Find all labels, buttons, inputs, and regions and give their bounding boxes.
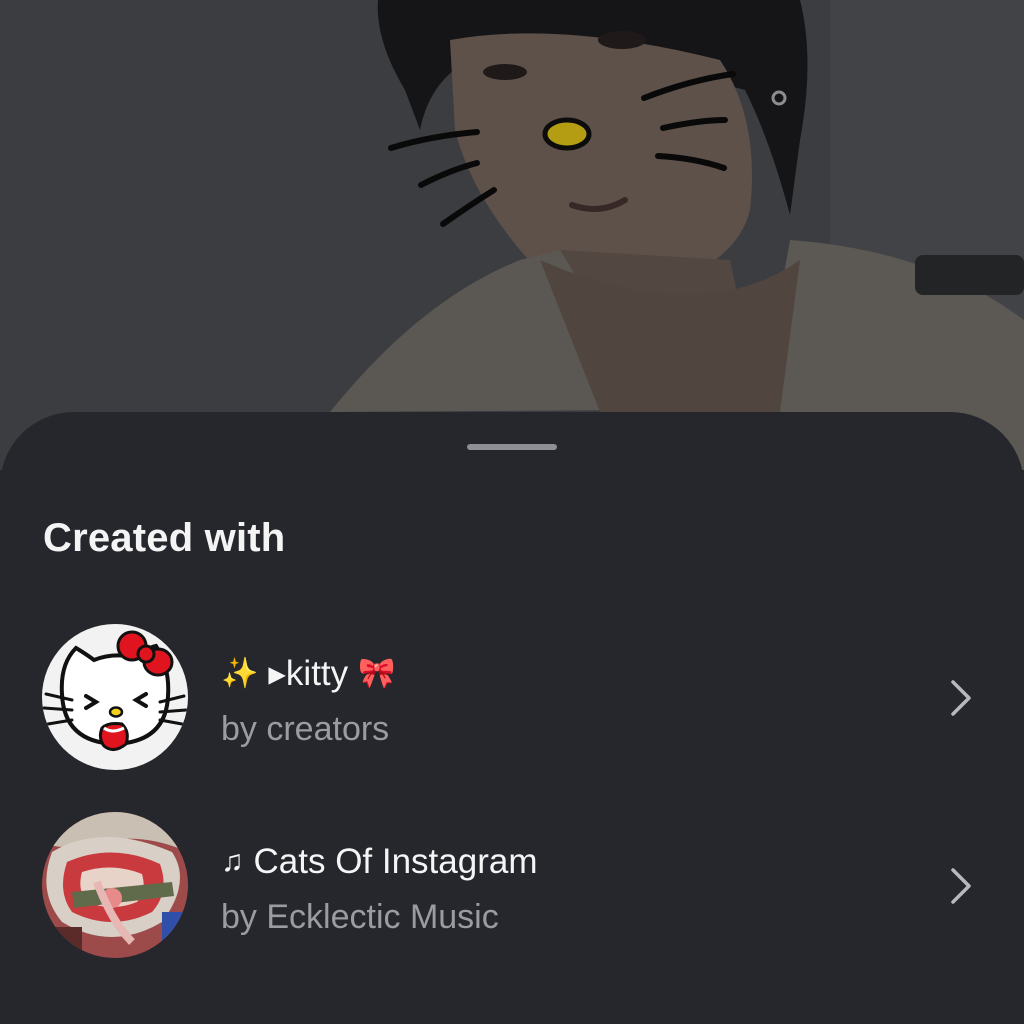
music-title: ♫ Cats Of Instagram <box>221 842 537 882</box>
chevron-right-icon <box>951 868 971 904</box>
music-note-icon: ♫ <box>221 845 244 878</box>
album-art-thumbnail <box>42 812 188 958</box>
sparkles-icon: ✨ <box>221 657 259 690</box>
ribbon-emoji: 🎀 <box>358 657 396 690</box>
sheet-title: Created with <box>43 516 286 560</box>
story-preview-background <box>0 0 1024 470</box>
created-with-sheet: Created with ✨ ▸kitty 🎀 by creators ♫ Ca… <box>0 412 1024 1024</box>
music-artist: by Ecklectic Music <box>221 898 499 936</box>
effect-creator: by creators <box>221 710 390 748</box>
music-list-item[interactable]: ♫ Cats Of Instagram by Ecklectic Music <box>0 810 1024 960</box>
hello-kitty-effect-thumbnail <box>42 624 188 770</box>
effect-list-item[interactable]: ✨ ▸kitty 🎀 by creators <box>0 622 1024 772</box>
effect-title: ✨ ▸kitty 🎀 <box>221 654 396 694</box>
story-info-screen: Created with ✨ ▸kitty 🎀 by creators ♫ Ca… <box>0 0 1024 1024</box>
chevron-right-icon <box>951 680 971 716</box>
sheet-grabber-handle[interactable] <box>467 444 557 450</box>
effect-name: ▸kitty <box>268 654 349 693</box>
story-photo-image <box>0 0 1024 470</box>
song-name: Cats Of Instagram <box>253 842 538 881</box>
